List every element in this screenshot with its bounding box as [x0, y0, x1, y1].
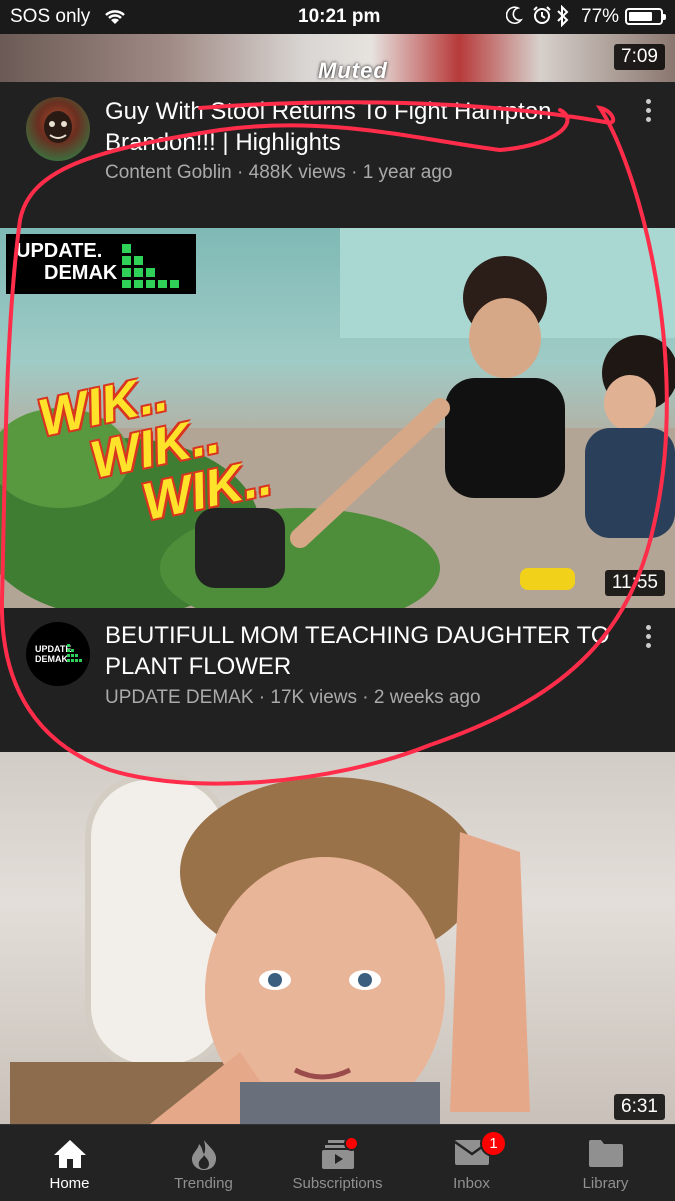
- nav-home[interactable]: Home: [2, 1125, 137, 1201]
- nav-label: Subscriptions: [292, 1175, 383, 1192]
- nav-subscriptions[interactable]: Subscriptions: [270, 1125, 405, 1201]
- nav-library[interactable]: Library: [538, 1125, 673, 1201]
- folder-icon: [588, 1139, 623, 1172]
- red-circle-annotation: [0, 100, 669, 786]
- nav-label: Home: [49, 1175, 90, 1192]
- home-icon: [53, 1139, 87, 1174]
- nav-label: Inbox: [453, 1175, 490, 1192]
- inbox-badge: 1: [480, 1130, 507, 1157]
- nav-label: Library: [582, 1175, 629, 1192]
- nav-inbox[interactable]: 1 Inbox: [404, 1125, 539, 1201]
- nav-trending[interactable]: Trending: [136, 1125, 271, 1201]
- bottom-navigation: Home Trending Subscriptions 1 Inbox Libr…: [0, 1124, 675, 1201]
- notification-dot: [344, 1136, 359, 1151]
- flame-icon: [190, 1139, 218, 1176]
- nav-label: Trending: [174, 1175, 233, 1192]
